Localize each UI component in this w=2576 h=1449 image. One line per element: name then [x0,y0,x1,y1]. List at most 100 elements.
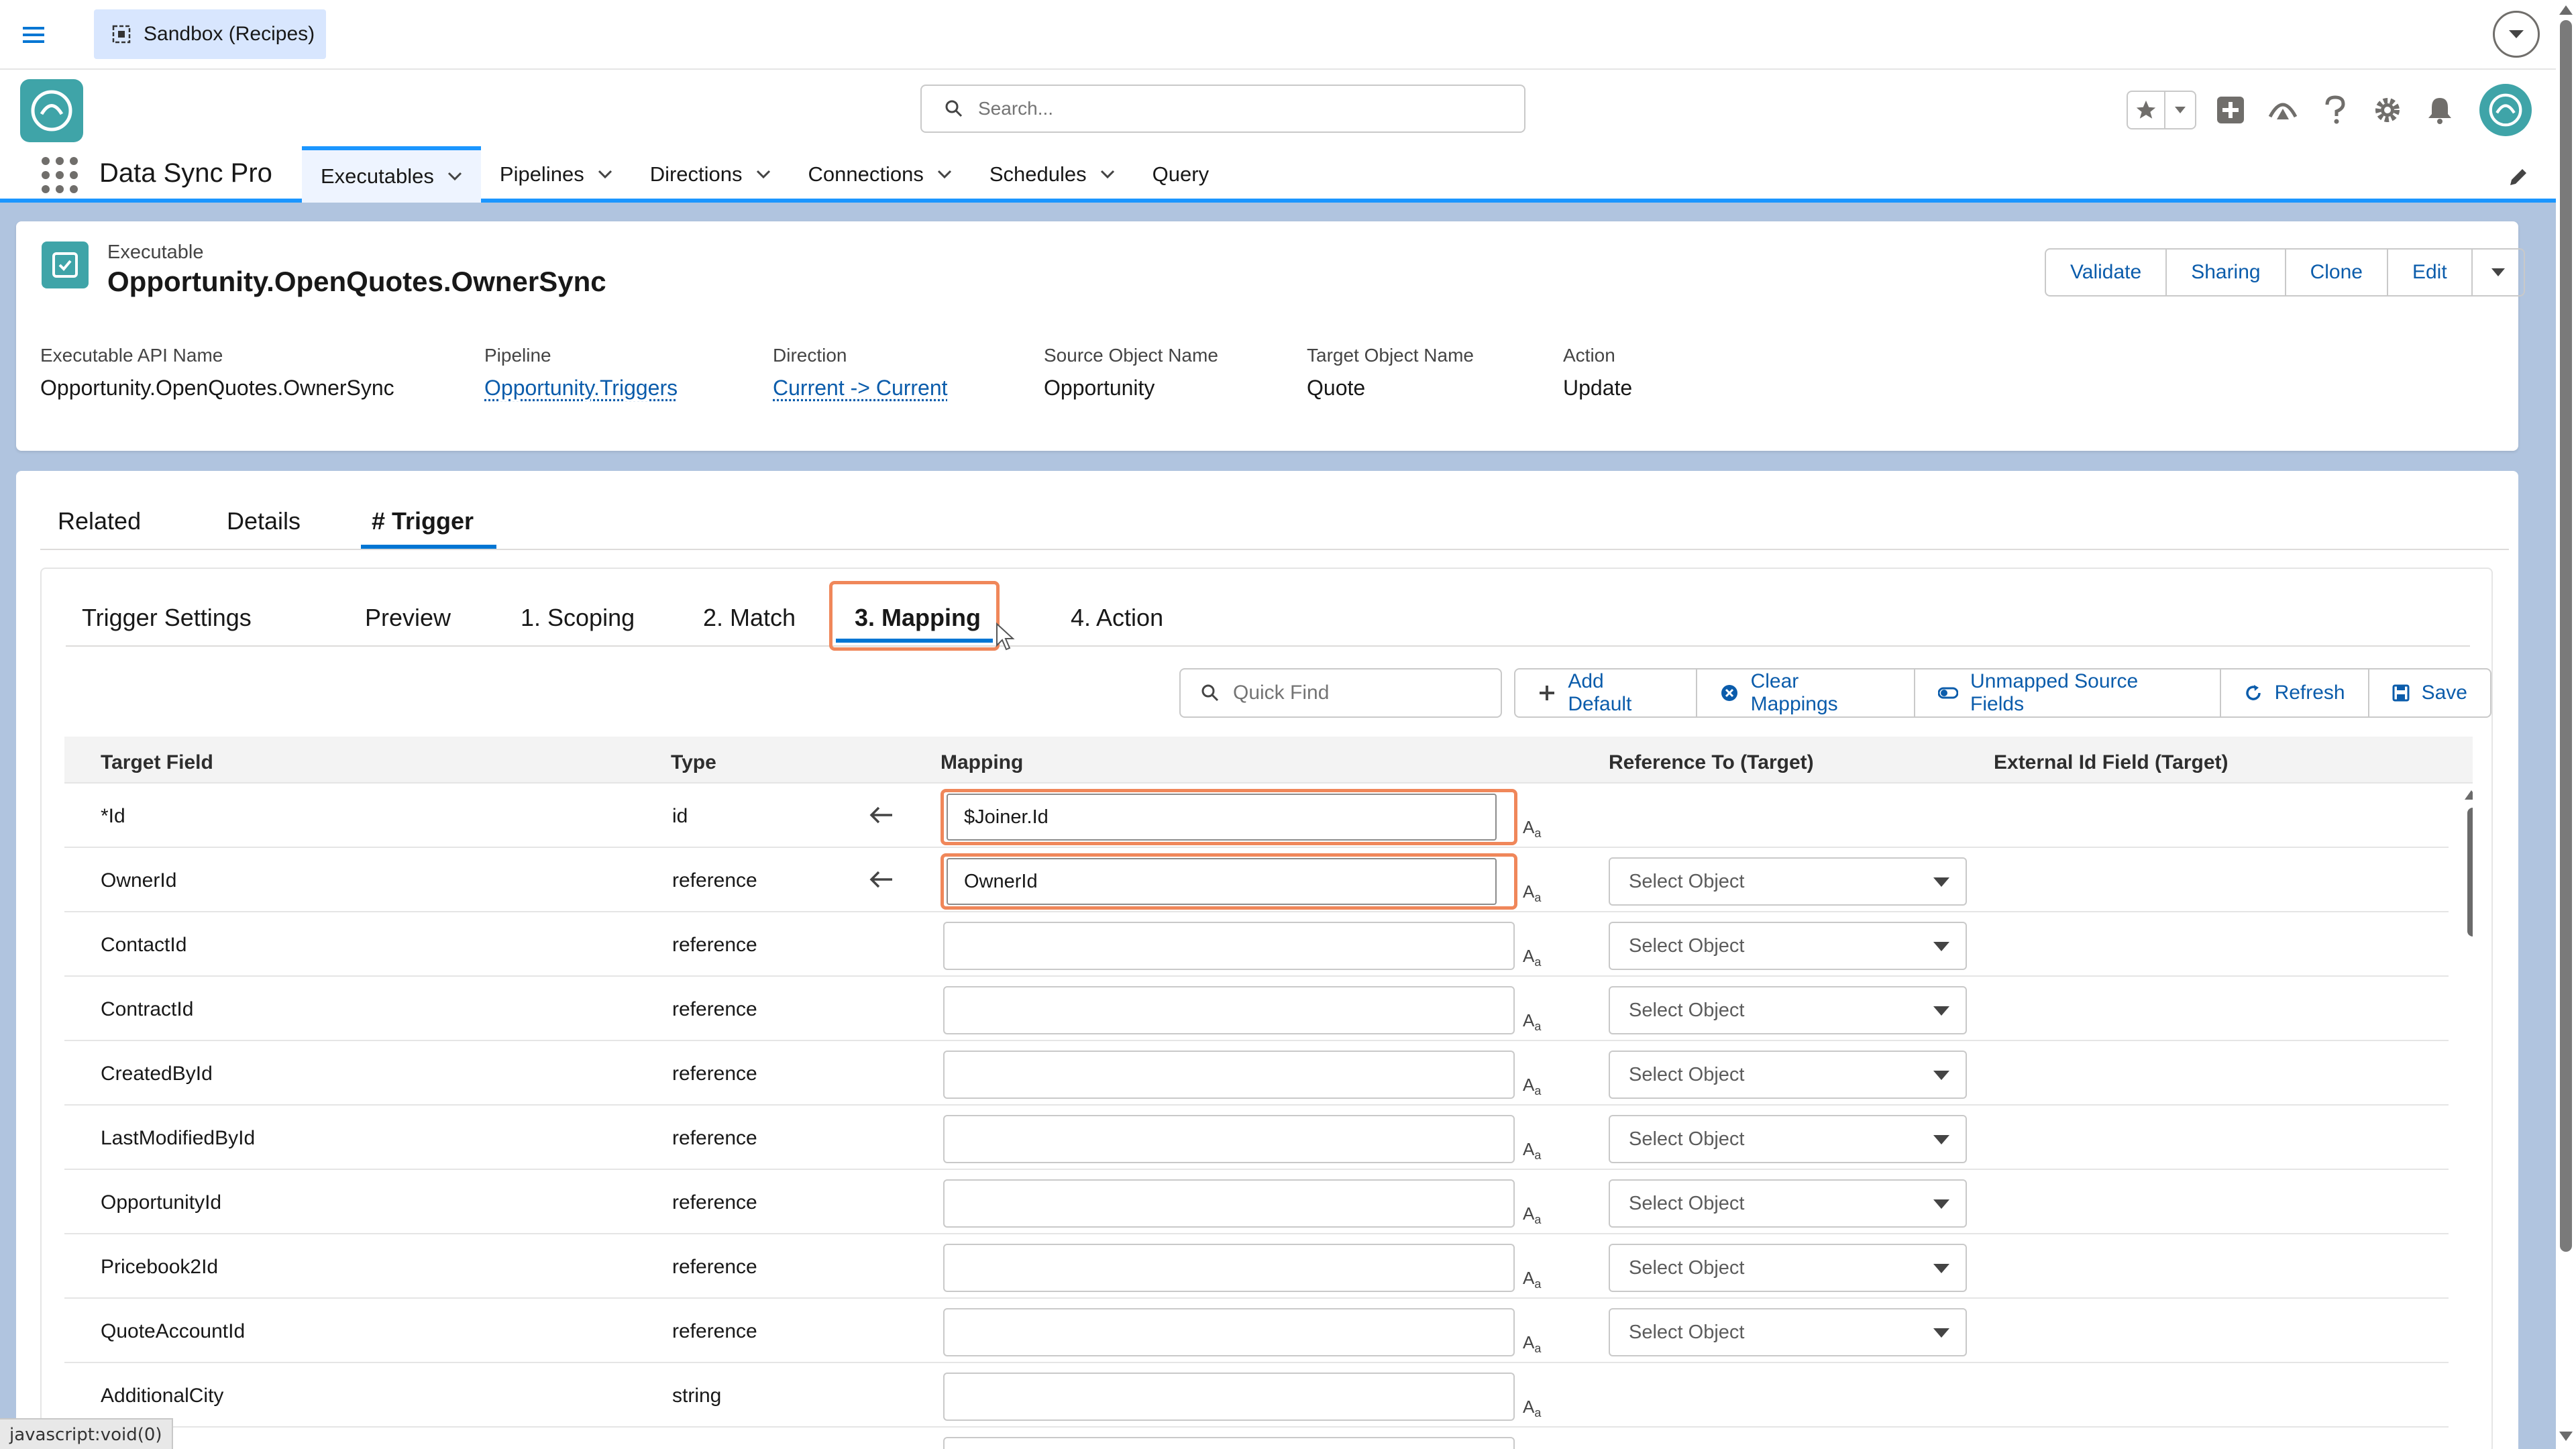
nav-item-directions[interactable]: Directions [631,146,790,203]
mapping-input[interactable] [943,1308,1515,1356]
column-header-reference-to: Reference To (Target) [1609,751,1814,773]
reference-object-select[interactable]: Select Object [1609,857,1967,906]
reference-object-select[interactable]: Select Object [1609,1051,1967,1099]
nav-item-connections[interactable]: Connections [790,146,971,203]
subtab-action[interactable]: 4. Action [1071,604,1163,632]
scroll-up-icon[interactable] [2559,5,2573,15]
hamburger-menu-icon[interactable] [20,21,47,48]
text-type-icon[interactable]: Aa [1523,1139,1541,1163]
text-type-icon[interactable]: Aa [1523,1268,1541,1291]
nav-item-schedules[interactable]: Schedules [971,146,1134,203]
unmapped-source-fields-button[interactable]: Unmapped Source Fields [1914,669,2220,716]
text-type-icon[interactable]: Aa [1523,1397,1541,1420]
chevron-down-icon[interactable] [756,170,771,179]
subtab-preview[interactable]: Preview [365,604,451,632]
mapping-input[interactable] [943,1051,1515,1099]
chevron-down-icon[interactable] [2164,92,2195,128]
mapping-input[interactable] [943,1437,1515,1449]
chevron-down-icon[interactable] [1100,170,1115,179]
field-type: reference [672,1256,757,1278]
chevron-down-icon[interactable] [937,170,952,179]
dropdown-arrow-icon [1933,1135,1949,1144]
clear-mappings-button[interactable]: Clear Mappings [1695,669,1914,716]
tab-details[interactable]: Details [227,507,301,535]
bell-icon[interactable] [2422,92,2458,128]
direction-link[interactable]: Current -> Current [773,376,948,400]
record-tabs: Related Details # Trigger [40,471,2509,550]
scroll-down-icon[interactable] [2559,1432,2573,1441]
tab-related[interactable]: Related [58,507,141,535]
validate-button[interactable]: Validate [2046,250,2165,295]
page-scrollbar-thumb[interactable] [2560,20,2572,1252]
add-icon[interactable] [2212,92,2249,128]
nav-label: Connections [808,162,924,186]
add-default-button[interactable]: Add Default [1515,669,1695,716]
mapping-value: OwnerId [947,858,1497,905]
mapping-input[interactable] [943,1179,1515,1228]
reference-object-select[interactable]: Select Object [1609,922,1967,970]
mapping-input[interactable] [943,986,1515,1034]
mapping-input[interactable]: $Joiner.Id [941,789,1517,845]
help-icon[interactable] [2317,92,2353,128]
trailhead-icon[interactable] [2265,92,2301,128]
chevron-down-icon[interactable] [2493,11,2540,58]
clone-button[interactable]: Clone [2284,250,2387,295]
mapping-input[interactable] [943,1244,1515,1292]
text-type-icon[interactable]: Aa [1523,1203,1541,1227]
reference-object-select[interactable]: Select Object [1609,1179,1967,1228]
chevron-down-icon[interactable] [447,172,462,181]
save-button[interactable]: Save [2367,669,2490,716]
mapping-input[interactable] [943,1115,1515,1163]
mapping-button-group: Add Default Clear Mappings Unmapped Sour… [1514,668,2491,718]
table-row: ContractId reference Aa Select Object [64,977,2449,1041]
more-actions-button[interactable] [2471,250,2524,295]
edit-button[interactable]: Edit [2386,250,2471,295]
select-placeholder: Select Object [1629,999,1745,1021]
pencil-icon[interactable] [2506,165,2530,189]
text-type-icon[interactable]: Aa [1523,881,1541,905]
nav-item-executables[interactable]: Executables [302,146,481,203]
sharing-button[interactable]: Sharing [2165,250,2284,295]
user-avatar[interactable] [2479,84,2532,136]
reference-object-select[interactable]: Select Object [1609,1308,1967,1356]
mapping-input[interactable] [943,922,1515,970]
chevron-down-icon[interactable] [598,170,612,179]
star-icon[interactable] [2128,92,2164,128]
subtab-match[interactable]: 2. Match [703,604,796,632]
subtab-trigger-settings[interactable]: Trigger Settings [82,604,252,632]
table-row: OpportunityId reference Aa Select Object [64,1170,2449,1234]
mapping-input[interactable] [943,1373,1515,1421]
nav-item-query[interactable]: Query [1134,146,1228,203]
quick-find-input[interactable]: Quick Find [1179,668,1503,718]
pipeline-link[interactable]: Opportunity.Triggers [484,376,678,400]
table-scrollbar-thumb[interactable] [2467,808,2473,936]
gear-icon[interactable] [2369,92,2406,128]
app-launcher-icon[interactable] [42,157,78,193]
subtab-scoping[interactable]: 1. Scoping [521,604,635,632]
org-logo[interactable] [20,79,83,142]
text-type-icon[interactable]: Aa [1523,1010,1541,1034]
search-placeholder: Search... [978,98,1054,119]
global-search-input[interactable]: Search... [920,85,1525,133]
reference-object-select[interactable]: Select Object [1609,986,1967,1034]
tab-trigger[interactable]: # Trigger [372,507,474,535]
sandbox-chip[interactable]: Sandbox (Recipes) [94,9,326,59]
text-type-icon[interactable]: Aa [1523,817,1541,841]
scroll-up-icon[interactable] [2465,790,2473,800]
text-type-icon[interactable]: Aa [1523,946,1541,969]
main-panel: Related Details # Trigger Trigger Settin… [16,471,2518,1449]
select-placeholder: Select Object [1629,1128,1745,1150]
field-label: Action [1563,345,1615,366]
subtab-mapping[interactable]: 3. Mapping [855,604,981,632]
target-field-name: CreatedById [101,1063,213,1085]
text-type-icon[interactable]: Aa [1523,1075,1541,1098]
column-header-external-id: External Id Field (Target) [1994,751,2229,773]
refresh-button[interactable]: Refresh [2219,669,2368,716]
mapping-input[interactable]: OwnerId [941,853,1517,910]
field-value: Update [1563,376,1633,400]
dropdown-arrow-icon [1933,1199,1949,1209]
nav-item-pipelines[interactable]: Pipelines [481,146,631,203]
text-type-icon[interactable]: Aa [1523,1332,1541,1356]
reference-object-select[interactable]: Select Object [1609,1244,1967,1292]
reference-object-select[interactable]: Select Object [1609,1115,1967,1163]
